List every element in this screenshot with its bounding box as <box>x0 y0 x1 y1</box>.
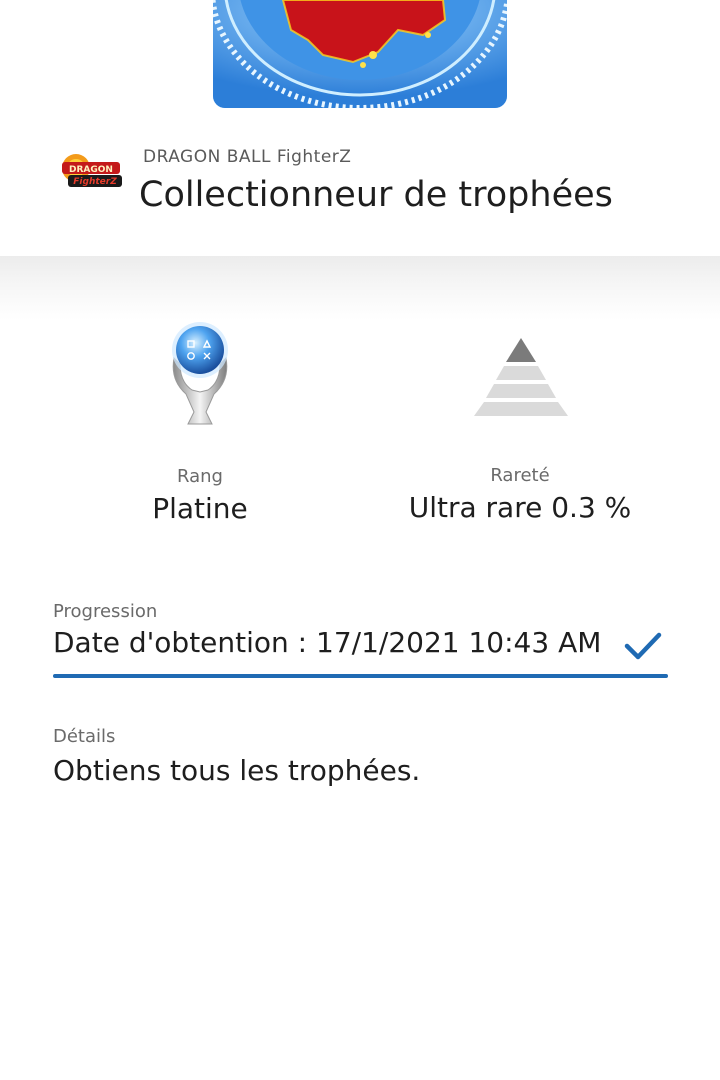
rarity-value: Ultra rare 0.3 % <box>408 491 632 524</box>
rank-label: Rang <box>177 466 223 487</box>
platinum-trophy-icon <box>164 320 236 430</box>
trophy-title: Collectionneur de trophées <box>139 175 613 215</box>
game-name: DRAGON BALL FighterZ <box>143 147 352 167</box>
details-label: Détails <box>53 726 116 747</box>
check-icon <box>624 630 662 662</box>
progression-value: Date d'obtention : 17/1/2021 10:43 AM <box>53 626 602 659</box>
trophy-image <box>213 0 507 108</box>
rarity-label: Rareté <box>490 465 550 486</box>
rank-value: Platine <box>152 492 248 525</box>
svg-text:FighterZ: FighterZ <box>73 177 117 187</box>
progression-label: Progression <box>53 601 158 622</box>
details-value: Obtiens tous les trophées. <box>53 754 421 787</box>
svg-text:DRAGON: DRAGON <box>69 165 113 175</box>
game-logo: DRAGON FighterZ <box>58 152 126 192</box>
rarity-pyramid-icon <box>472 336 570 418</box>
progress-bar <box>53 674 668 678</box>
section-divider-shadow <box>0 256 720 320</box>
